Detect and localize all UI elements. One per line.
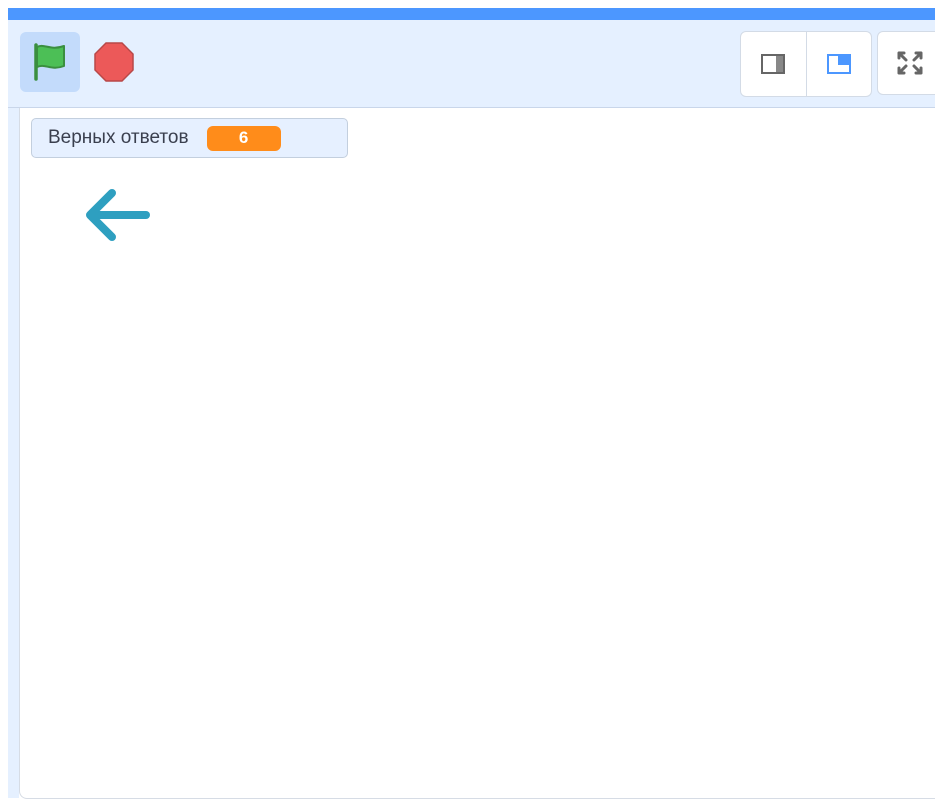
variable-monitor[interactable]: Верных ответов 6 [31,118,348,158]
left-arrow-sprite[interactable] [82,187,154,243]
stop-sign-icon [94,42,134,82]
top-accent-bar [8,8,935,20]
stop-button[interactable] [88,36,140,88]
normal-stage-button[interactable] [805,32,872,96]
fullscreen-button[interactable] [877,31,935,95]
monitor-value: 6 [206,125,281,151]
monitor-label: Верных ответов [48,127,189,148]
stage-size-toggle [740,31,872,97]
normal-stage-icon [826,54,851,74]
stage-canvas[interactable]: Верных ответов 6 [19,108,935,799]
stage-left-gutter [8,108,19,798]
green-flag-button[interactable] [20,32,80,92]
fullscreen-icon [897,51,923,75]
green-flag-icon [34,43,65,81]
stage-controls-bar [8,20,935,108]
small-stage-icon [761,54,786,74]
small-stage-button[interactable] [741,32,806,96]
